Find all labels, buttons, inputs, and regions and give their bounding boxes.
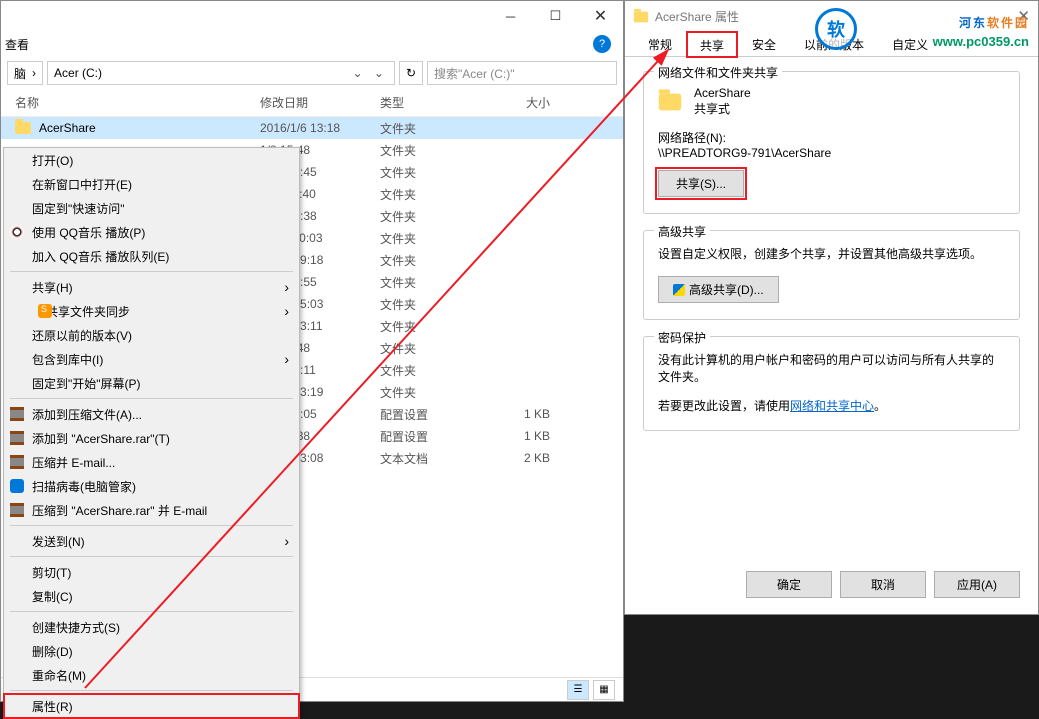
refresh-button[interactable]: ↻ — [399, 61, 423, 85]
ctx-create-shortcut[interactable]: 创建快捷方式(S) — [4, 615, 299, 639]
winrar-icon — [10, 431, 24, 445]
titlebar: ─ ☐ ✕ — [1, 1, 623, 31]
sync-icon — [38, 304, 52, 318]
ctx-add-archive-named[interactable]: 添加到 "AcerShare.rar"(T) — [4, 426, 299, 450]
ctx-open-new-window[interactable]: 在新窗口中打开(E) — [4, 172, 299, 196]
view-tab[interactable]: 查看 — [5, 36, 29, 53]
tencent-icon — [10, 479, 24, 493]
cancel-button[interactable]: 取消 — [840, 571, 926, 598]
advanced-share-desc: 设置自定义权限，创建多个共享，并设置其他高级共享选项。 — [658, 245, 1005, 262]
ctx-add-archive[interactable]: 添加到压缩文件(A)... — [4, 402, 299, 426]
ctx-copy[interactable]: 复制(C) — [4, 584, 299, 608]
watermark: 软 河东软件园 www.pc0359.cn — [933, 6, 1029, 49]
password-desc: 没有此计算机的用户帐户和密码的用户可以访问与所有人共享的文件夹。 — [658, 351, 1005, 385]
ctx-delete[interactable]: 删除(D) — [4, 639, 299, 663]
tab-general[interactable]: 常规 — [635, 31, 685, 56]
col-size[interactable]: 大小 — [490, 94, 550, 111]
breadcrumb-root[interactable]: 脑› — [7, 61, 43, 85]
advanced-share-button[interactable]: 高级共享(D)... — [658, 276, 779, 303]
group-title: 密码保护 — [654, 329, 710, 346]
close-button[interactable]: ✕ — [578, 2, 623, 30]
dialog-footer: 确定 取消 应用(A) — [746, 571, 1020, 598]
folder-icon — [659, 93, 681, 110]
group-network-share: 网络文件和文件夹共享 AcerShare 共享式 网络路径(N): \\PREA… — [643, 71, 1020, 214]
group-title: 高级共享 — [654, 223, 710, 240]
shield-icon — [673, 284, 685, 296]
col-name[interactable]: 名称 — [15, 94, 260, 111]
group-password-protect: 密码保护 没有此计算机的用户帐户和密码的用户可以访问与所有人共享的文件夹。 若要… — [643, 336, 1020, 431]
winrar-icon — [10, 503, 24, 517]
folder-icon — [634, 12, 648, 23]
share-name: AcerShare — [694, 86, 751, 100]
minimize-button[interactable]: ─ — [488, 2, 533, 30]
ctx-cut[interactable]: 剪切(T) — [4, 560, 299, 584]
folder-icon — [15, 122, 31, 134]
group-advanced-share: 高级共享 设置自定义权限，创建多个共享，并设置其他高级共享选项。 高级共享(D)… — [643, 230, 1020, 320]
ctx-qq-play[interactable]: 使用 QQ音乐 播放(P) — [4, 220, 299, 244]
ctx-properties[interactable]: 属性(R) — [4, 694, 299, 718]
network-center-link[interactable]: 网络和共享中心 — [790, 399, 874, 413]
ok-button[interactable]: 确定 — [746, 571, 832, 598]
ctx-scan-virus[interactable]: 扫描病毒(电脑管家) — [4, 474, 299, 498]
network-path: \\PREADTORG9-791\AcerShare — [658, 146, 1005, 160]
properties-dialog: AcerShare 属性 ✕ 常规 共享 安全 以前的版本 自定义 网络文件和文… — [624, 0, 1039, 615]
ctx-pin-quick[interactable]: 固定到"快速访问" — [4, 196, 299, 220]
ctx-send-to[interactable]: 发送到(N) — [4, 529, 299, 553]
maximize-button[interactable]: ☐ — [533, 2, 578, 30]
apply-button[interactable]: 应用(A) — [934, 571, 1020, 598]
group-title: 网络文件和文件夹共享 — [654, 64, 782, 81]
watermark-url: www.pc0359.cn — [933, 34, 1029, 49]
ctx-share[interactable]: 共享(H) — [4, 275, 299, 299]
ctx-pin-start[interactable]: 固定到"开始"屏幕(P) — [4, 371, 299, 395]
file-row-selected[interactable]: AcerShare 2016/1/6 13:18 文件夹 — [1, 117, 623, 139]
help-icon[interactable]: ? — [593, 35, 611, 53]
ribbon-tabs: 查看 ? — [1, 31, 623, 57]
ctx-sync[interactable]: 共享文件夹同步 — [4, 299, 299, 323]
ctx-compress-named-email[interactable]: 压缩到 "AcerShare.rar" 并 E-mail — [4, 498, 299, 522]
watermark-text: 河东软件园 — [933, 6, 1029, 34]
ctx-rename[interactable]: 重命名(M) — [4, 663, 299, 687]
password-desc2: 若要更改此设置，请使用网络和共享中心。 — [658, 397, 1005, 414]
search-input[interactable]: 搜索"Acer (C:)" — [427, 61, 617, 85]
ctx-qq-queue[interactable]: 加入 QQ音乐 播放队列(E) — [4, 244, 299, 268]
winrar-icon — [10, 455, 24, 469]
properties-title: AcerShare 属性 — [655, 8, 739, 25]
winrar-icon — [10, 407, 24, 421]
address-bar: 脑› Acer (C:)⌄ ⌄ ↻ 搜索"Acer (C:)" — [1, 57, 623, 89]
share-button[interactable]: 共享(S)... — [658, 170, 744, 197]
view-details-button[interactable]: ☰ — [567, 680, 589, 700]
ctx-prev-versions[interactable]: 还原以前的版本(V) — [4, 323, 299, 347]
ctx-include-library[interactable]: 包含到库中(I) — [4, 347, 299, 371]
col-type[interactable]: 类型 — [380, 94, 490, 111]
breadcrumb-drive[interactable]: Acer (C:)⌄ ⌄ — [47, 61, 395, 85]
ctx-compress-email[interactable]: 压缩并 E-mail... — [4, 450, 299, 474]
view-icons-button[interactable]: ▦ — [593, 680, 615, 700]
ctx-open[interactable]: 打开(O) — [4, 148, 299, 172]
column-headers[interactable]: 名称 修改日期 类型 大小 — [1, 89, 623, 117]
context-menu: 打开(O) 在新窗口中打开(E) 固定到"快速访问" 使用 QQ音乐 播放(P)… — [3, 147, 300, 719]
watermark-logo-icon: 软 — [815, 8, 857, 50]
tab-share[interactable]: 共享 — [687, 32, 737, 57]
network-path-label: 网络路径(N): — [658, 129, 1005, 146]
qqmusic-icon — [10, 225, 24, 239]
share-state: 共享式 — [694, 100, 751, 117]
col-date[interactable]: 修改日期 — [260, 94, 380, 111]
tab-security[interactable]: 安全 — [739, 31, 789, 56]
